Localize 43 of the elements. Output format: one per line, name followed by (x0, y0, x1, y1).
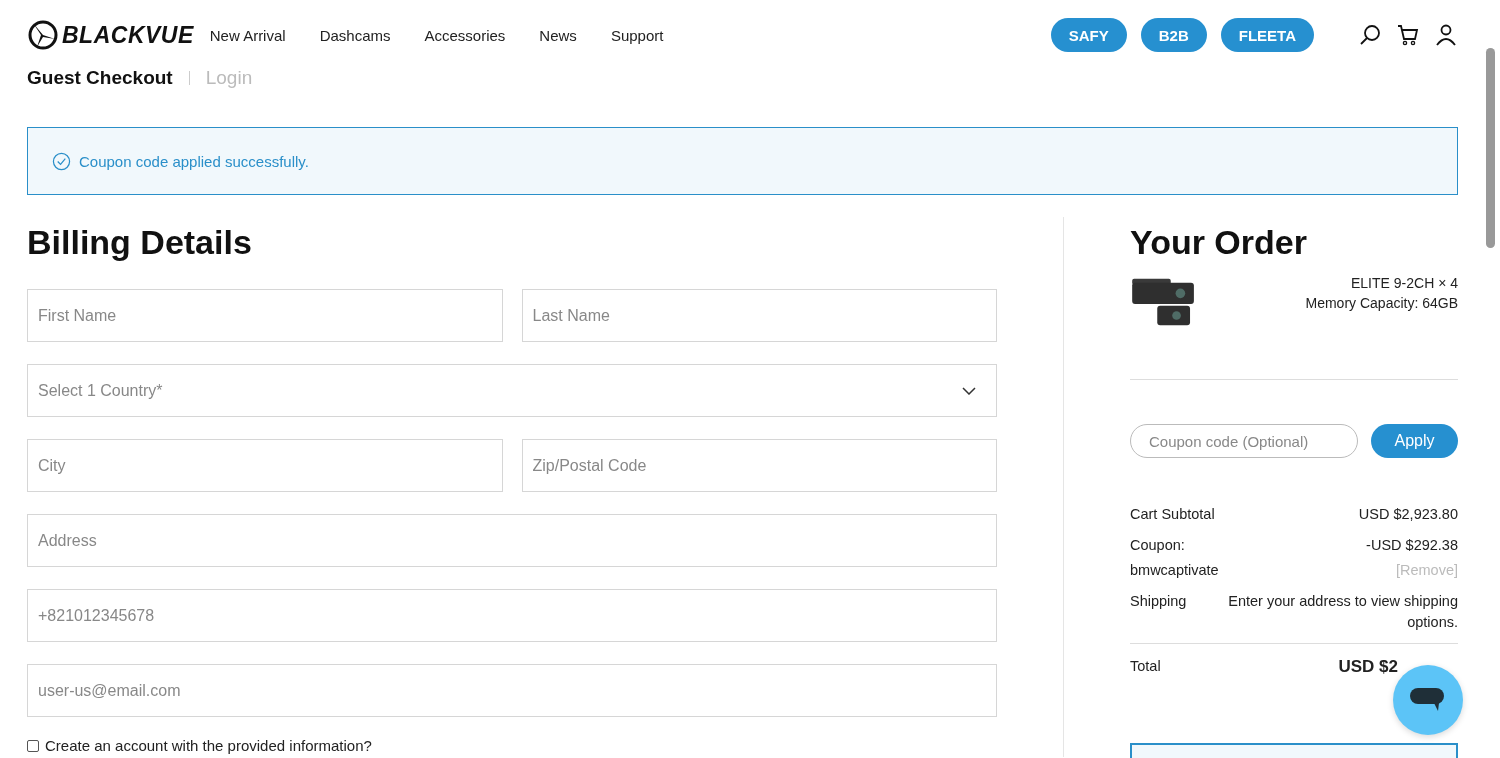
subtotal-label: Cart Subtotal (1130, 505, 1215, 524)
chevron-down-icon (962, 386, 976, 395)
checkout-tab[interactable]: Guest Checkout (27, 67, 173, 89)
subtotal-value: USD $2,923.80 (1358, 505, 1458, 524)
coupon-code: bmwcaptivate (1130, 561, 1219, 580)
alert-message: Coupon code applied successfully. (79, 152, 309, 170)
country-select[interactable]: Select 1 Country* (27, 364, 997, 417)
logo-text[interactable]: BLACKVUE (62, 21, 194, 49)
coupon-field[interactable]: Coupon code (Optional) (1130, 424, 1358, 458)
order-title: Your Order (1130, 223, 1308, 263)
input-field[interactable]: City (27, 439, 503, 492)
brand-button[interactable]: FLEETA (1220, 18, 1314, 52)
product-name: ELITE 9-2CH × 4 (1351, 275, 1458, 291)
checkbox[interactable] (27, 739, 39, 752)
total-label: Total (1130, 657, 1161, 676)
nav-link[interactable]: Dashcams (319, 26, 391, 44)
input-field[interactable]: Zip/Postal Code (521, 439, 997, 492)
shipping-label: Shipping (1130, 592, 1187, 611)
scrollbar[interactable] (1486, 48, 1495, 248)
total-value: USD $2 (1338, 656, 1398, 677)
input-field[interactable]: user-us@email.com (27, 664, 997, 717)
input-field[interactable]: +821012345678 (27, 589, 997, 642)
shipping-note: Enter your address to view shipping options. (1227, 592, 1458, 632)
input-field[interactable]: Address (27, 514, 997, 567)
nav-link[interactable]: Support (610, 26, 664, 44)
user-icon[interactable] (1434, 23, 1458, 47)
nav-link[interactable]: Accessories (424, 26, 506, 44)
checkbox-label: Create an account with the provided information? (45, 737, 372, 754)
apply-button[interactable]: Apply (1371, 424, 1458, 458)
nav-link[interactable]: New Arrival (209, 26, 286, 44)
brand-button[interactable]: B2B (1140, 18, 1207, 52)
nav-link[interactable]: News (539, 26, 577, 44)
search-icon[interactable] (1358, 23, 1382, 47)
coupon-label: Coupon: (1130, 536, 1186, 555)
brand-button[interactable]: SAFY (1050, 18, 1127, 52)
logo-icon (27, 19, 59, 51)
product-option: Memory Capacity: 64GB (1305, 295, 1458, 311)
check-circle-icon (52, 151, 71, 171)
billing-title: Billing Details (27, 223, 253, 263)
discount-value: -USD $292.38 (1366, 536, 1458, 555)
input-field[interactable]: Last Name (521, 289, 997, 342)
cart-icon[interactable] (1396, 23, 1420, 47)
input-field[interactable]: First Name (27, 289, 503, 342)
